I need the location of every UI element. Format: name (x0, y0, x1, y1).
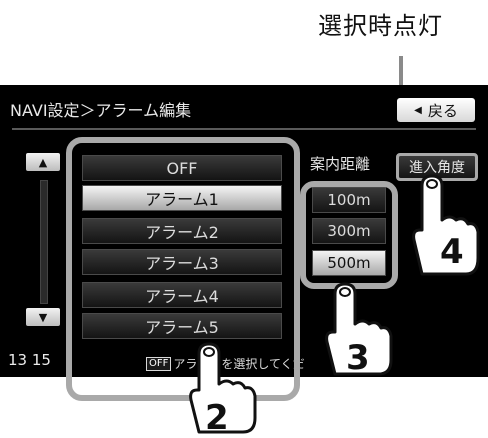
scroll-down-button[interactable]: ▼ (26, 308, 60, 326)
header-divider (12, 128, 476, 130)
page-title: NAVI設定＞アラーム編集 (10, 101, 192, 120)
caption-label: 選択時点灯 (318, 12, 443, 40)
back-button-label: 戻る (427, 101, 458, 120)
scroll-track[interactable] (40, 180, 48, 304)
step-number-4: 4 (440, 232, 464, 272)
step-number-3: 3 (346, 338, 370, 378)
step-number-2: 2 (205, 398, 229, 438)
triangle-left-icon: ◀ (414, 104, 422, 116)
clock: 13 15 (8, 351, 51, 369)
back-button[interactable]: ◀ 戻る (397, 98, 475, 122)
distance-highlight (300, 181, 398, 289)
scroll-up-icon: ▲ (38, 155, 48, 169)
scroll-down-icon: ▼ (38, 310, 48, 324)
distance-header: 案内距離 (310, 155, 371, 173)
scroll-up-button[interactable]: ▲ (26, 153, 60, 171)
